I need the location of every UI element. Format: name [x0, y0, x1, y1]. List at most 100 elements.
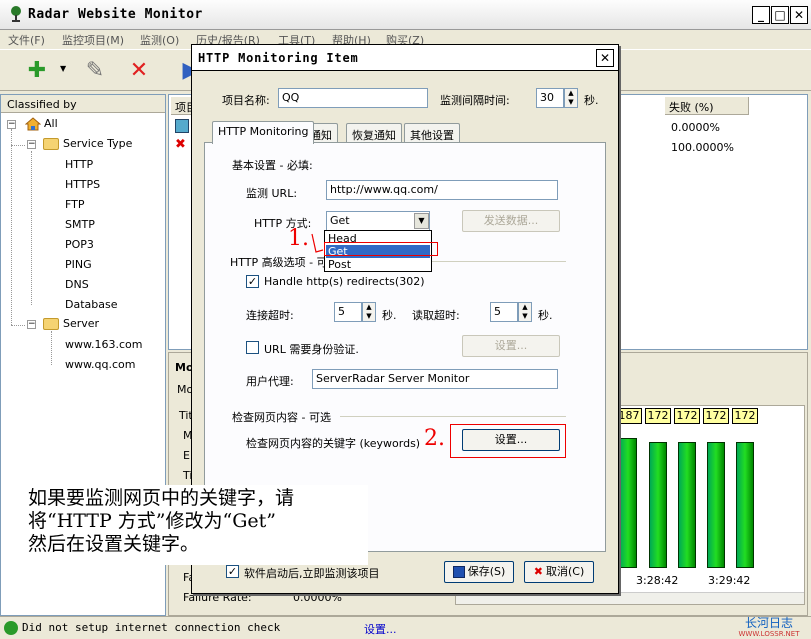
cancel-icon: ✖ — [533, 565, 543, 578]
chart-value-label: 172 — [645, 408, 671, 424]
tree-label-server: Server — [63, 317, 100, 330]
cancel-button[interactable]: ✖ 取消(C) — [524, 561, 594, 583]
save-button-label: 保存(S) — [467, 565, 506, 578]
dialog-title-bar: HTTP Monitoring Item ✕ — [192, 45, 618, 71]
collapse-service-type-icon[interactable]: − — [27, 140, 36, 149]
status-error-icon: ✖ — [175, 137, 186, 152]
item-name-input[interactable]: QQ — [278, 88, 428, 108]
tree-line — [11, 145, 25, 146]
menu-monitor[interactable]: 监测(O) — [140, 32, 179, 48]
save-button[interactable]: 保存(S) — [444, 561, 514, 583]
status-bar: Did not setup internet connection check … — [0, 616, 811, 639]
dropdown-arrow-icon[interactable]: ▼ — [60, 64, 66, 73]
tree-item-ping[interactable]: PING — [65, 258, 92, 271]
chart-value-label: 172 — [732, 408, 758, 424]
send-data-button[interactable]: 发送数据... — [462, 210, 560, 232]
tree-label-service-type: Service Type — [63, 137, 133, 150]
keyword-label: 检查网页内容的关键字 (keywords) — [246, 437, 421, 450]
tree-item-service-type[interactable]: Service Type — [43, 137, 132, 150]
instruction-note: 如果要监测网页中的关键字，请 将“HTTP 方式”修改为“Get” 然后在设置关… — [24, 485, 368, 565]
folder-icon — [43, 318, 59, 330]
tree-line — [51, 331, 52, 365]
minimize-button[interactable]: _ — [752, 6, 770, 24]
tree-item-dns[interactable]: DNS — [65, 278, 89, 291]
site-logo: 长河日志 WWW.LOSSR.NET — [730, 617, 808, 639]
tab-other-settings[interactable]: 其他设置 — [404, 123, 460, 143]
dialog-close-button[interactable]: ✕ — [596, 49, 614, 67]
folder-icon — [43, 138, 59, 150]
auth-checkbox[interactable] — [246, 341, 259, 354]
auth-label: URL 需要身份验证. — [264, 343, 359, 356]
table-row-fail[interactable]: 0.0000% — [671, 121, 720, 134]
tree-item-smtp[interactable]: SMTP — [65, 218, 95, 231]
tree-header: Classified by — [1, 95, 165, 113]
chart-time-label: 3:29:42 — [708, 574, 751, 587]
connect-timeout-spinner[interactable]: ▲ ▼ — [362, 302, 376, 322]
app-title-bar: Radar Website Monitor _ □ ✕ — [0, 0, 811, 30]
collapse-server-icon[interactable]: − — [27, 320, 36, 329]
read-timeout-spinner[interactable]: ▲ ▼ — [518, 302, 532, 322]
tree-item-server[interactable]: Server — [43, 317, 99, 330]
read-timeout-label: 读取超时: — [412, 309, 460, 322]
tab-recovery-notification[interactable]: 恢复通知 — [346, 123, 402, 143]
annotation-highlight-keyword-button — [450, 424, 566, 458]
column-header-fail[interactable]: 失败 (%) — [665, 97, 749, 115]
url-input[interactable]: http://www.qq.com/ — [326, 180, 558, 200]
annotation-mark-1: 1. — [288, 226, 309, 251]
tree-item-https[interactable]: HTTPS — [65, 178, 100, 191]
interval-input[interactable]: 30 — [536, 88, 564, 108]
tab-http-monitoring[interactable]: HTTP Monitoring — [212, 121, 315, 144]
section-divider — [340, 416, 566, 417]
site-logo-url: WWW.LOSSR.NET — [738, 630, 800, 638]
tree-line — [11, 325, 25, 326]
interval-spinner[interactable]: ▲ ▼ — [564, 88, 578, 108]
connection-status-icon — [4, 621, 18, 635]
annotation-arrow — [310, 232, 324, 254]
chart-time-label: 3:28:42 — [636, 574, 679, 587]
autostart-checkbox[interactable]: ✓ — [226, 565, 239, 578]
table-row-fail[interactable]: 100.0000% — [671, 141, 734, 154]
site-logo-text: 长河日志 — [744, 616, 793, 630]
edit-item-icon[interactable]: ✎ — [80, 56, 110, 86]
menu-monitor-items[interactable]: 监控项目(M) — [62, 32, 124, 48]
tree-item-ftp[interactable]: FTP — [65, 198, 85, 211]
tree-item-www-163-com[interactable]: www.163.com — [65, 338, 142, 351]
delete-item-icon[interactable]: ✕ — [124, 56, 154, 86]
close-button[interactable]: ✕ — [790, 6, 808, 24]
chart-value-label: 172 — [703, 408, 729, 424]
advanced-section-label: HTTP 高级选项 - 可 — [230, 256, 328, 269]
auth-settings-button[interactable]: 设置... — [462, 335, 560, 357]
tree-item-www-qq-com[interactable]: www.qq.com — [65, 358, 135, 371]
read-timeout-input[interactable]: 5 — [490, 302, 518, 322]
chart-bar — [649, 442, 667, 568]
tree-label-all: All — [44, 117, 58, 130]
chart-value-label: 172 — [674, 408, 700, 424]
tree-item-pop3[interactable]: POP3 — [65, 238, 94, 251]
status-text: Did not setup internet connection check — [22, 621, 281, 634]
app-title: Radar Website Monitor — [28, 7, 203, 22]
annotation-mark-2: 2. — [424, 426, 445, 451]
save-icon — [452, 566, 465, 578]
chart-value-label: 187 — [616, 408, 642, 424]
note-line: 如果要监测网页中的关键字，请 — [28, 487, 295, 509]
connect-timeout-input[interactable]: 5 — [334, 302, 362, 322]
collapse-all-icon[interactable]: − — [7, 120, 16, 129]
chart-bar — [707, 442, 725, 568]
tree-item-database[interactable]: Database — [65, 298, 118, 311]
user-agent-input[interactable]: ServerRadar Server Monitor — [312, 369, 558, 389]
chevron-down-icon[interactable]: ▼ — [414, 213, 429, 229]
url-label: 监测 URL: — [246, 187, 298, 200]
add-item-icon[interactable]: ✚ — [22, 56, 52, 86]
redirect-checkbox[interactable]: ✓ — [246, 275, 259, 288]
connection-setup-link[interactable]: 设置... — [364, 621, 397, 637]
item-name-label: 项目名称: — [222, 94, 270, 107]
dialog-title: HTTP Monitoring Item — [198, 51, 359, 65]
maximize-button[interactable]: □ — [771, 6, 789, 24]
tree-item-all[interactable]: All — [24, 117, 58, 131]
tree-line — [31, 151, 32, 305]
chart-bar — [678, 442, 696, 568]
method-option-post[interactable]: Post — [326, 258, 430, 271]
menu-file[interactable]: 文件(F) — [8, 32, 45, 48]
redirect-label: Handle http(s) redirects(302) — [264, 275, 425, 288]
tree-item-http[interactable]: HTTP — [65, 158, 93, 171]
